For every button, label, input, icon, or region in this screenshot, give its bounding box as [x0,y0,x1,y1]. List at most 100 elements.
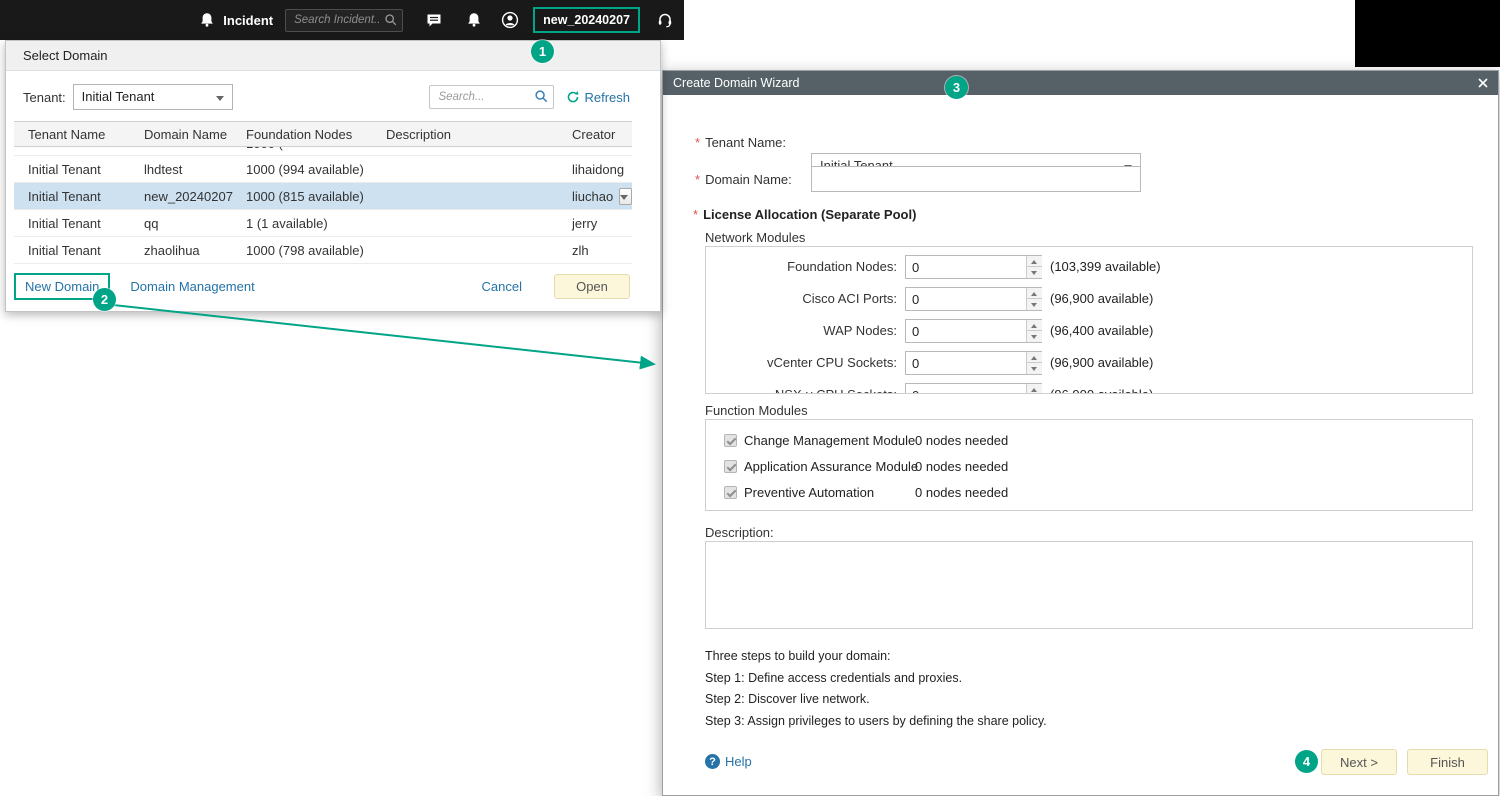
network-module-row: Cisco ACI Ports: (96,900 available) [706,287,1472,311]
network-module-row: Foundation Nodes: (103,399 available) [706,255,1472,279]
select-domain-dialog: Select Domain Tenant: Initial Tenant Ref… [5,40,661,312]
help-link[interactable]: ? Help [705,754,752,769]
available-count: (96,900 available) [1050,355,1154,370]
annotation-badge-1: 1 [531,40,554,63]
incident-bell-icon [198,11,216,29]
redacted-area [1355,0,1500,67]
required-asterisk: * [695,135,701,150]
domain-name-input[interactable] [811,166,1141,192]
annotation-badge-3: 3 [945,76,968,99]
network-module-row: vCenter CPU Sockets: (96,900 available) [706,351,1472,375]
network-modules-label: Network Modules [705,230,806,245]
domain-search [429,85,555,109]
tenant-select-value: Initial Tenant [81,89,155,104]
function-module-row: Preventive Automation 0 nodes needed [706,480,1472,506]
foundation-nodes-input[interactable] [906,256,1026,278]
tenant-name-label: * Tenant Name: [695,135,786,150]
dialog-title: Select Domain [6,41,660,71]
stepper-up-icon[interactable] [1027,288,1042,299]
step-3: Step 3: Assign privileges to users by de… [705,714,1047,728]
description-label: Description: [705,525,774,540]
column-header: Description [386,126,452,142]
refresh-label: Refresh [584,89,630,105]
annotation-badge-4: 4 [1295,750,1318,773]
step-2: Step 2: Discover live network. [705,692,870,706]
chevron-down-icon [620,194,628,200]
close-icon[interactable] [1476,76,1490,90]
row-dropdown-button[interactable] [619,187,632,205]
new-domain-button[interactable]: New Domain [25,279,99,294]
open-button[interactable]: Open [554,274,630,299]
stepper-up-icon[interactable] [1027,320,1042,331]
column-header: Creator [572,126,616,142]
cisco-aci-ports-input[interactable] [906,288,1026,310]
stepper-down-icon[interactable] [1027,299,1042,310]
table-row[interactable]: Initial Tenant zhaolihua 1000 (798 avail… [14,237,632,264]
vcenter-cpu-sockets-input[interactable] [906,352,1026,374]
table-row[interactable]: Initial Tenant lhdtest 1000 (994 availab… [14,156,632,183]
column-header: Foundation Nodes [246,126,353,142]
wap-nodes-stepper [905,319,1042,343]
wizard-titlebar: Create Domain Wizard [663,71,1498,95]
license-allocation-label: * License Allocation (Separate Pool) [693,207,917,222]
refresh-icon [568,91,579,103]
annotation-badge-2: 2 [93,288,116,311]
help-icon: ? [705,754,720,769]
domain-management-link[interactable]: Domain Management [130,279,254,294]
search-icon [384,13,398,27]
chat-icon[interactable] [425,11,443,29]
notification-bell-icon[interactable] [465,11,483,29]
required-asterisk: * [695,172,701,187]
application-assurance-checkbox[interactable] [724,460,737,473]
wizard-title: Create Domain Wizard [673,76,800,90]
nodes-needed: 0 nodes needed [915,459,1009,474]
column-header: Domain Name [144,126,228,142]
wap-nodes-input[interactable] [906,320,1026,342]
domain-table: Tenant Name Domain Name Foundation Nodes… [14,121,632,264]
steps-intro: Three steps to build your domain: [705,649,891,663]
domain-name-label: * Domain Name: [695,172,792,187]
stepper-down-icon[interactable] [1027,267,1042,278]
account-icon[interactable] [501,11,519,29]
description-textarea[interactable] [705,541,1473,629]
finish-button[interactable]: Finish [1407,749,1488,775]
stepper-up-icon[interactable] [1027,256,1042,267]
table-row[interactable]: Initial Tenant qq 1 (1 available) jerry [14,210,632,237]
preventive-automation-checkbox[interactable] [724,486,737,499]
chevron-down-icon [215,96,224,101]
nodes-needed: 0 nodes needed [915,433,1009,448]
table-row-selected[interactable]: Initial Tenant new_20240207 1000 (815 av… [14,183,632,210]
cisco-aci-ports-stepper [905,287,1042,311]
refresh-button[interactable]: Refresh [566,90,630,105]
current-domain-button[interactable]: new_20240207 [533,7,640,33]
create-domain-wizard: Create Domain Wizard *Tenant Name: Initi… [662,70,1499,796]
stepper-down-icon[interactable] [1027,363,1042,374]
incident-label: Incident [223,12,274,28]
change-management-checkbox[interactable] [724,434,737,447]
required-asterisk: * [693,207,699,222]
available-count: (96,900 available) [1050,291,1154,306]
incident-search [285,8,404,32]
available-count: (96,400 available) [1050,323,1154,338]
stepper-up-icon[interactable] [1027,384,1042,393]
tenant-label: Tenant: [23,89,66,105]
foundation-nodes-stepper [905,255,1042,279]
next-button[interactable]: Next > [1321,749,1397,775]
function-modules-label: Function Modules [705,403,808,418]
step-1: Step 1: Define access credentials and pr… [705,671,963,685]
nsx-v-cpu-sockets-stepper [905,383,1042,393]
column-header: Tenant Name [28,126,106,142]
cancel-button[interactable]: Cancel [482,279,522,294]
vcenter-cpu-sockets-stepper [905,351,1042,375]
function-module-row: Application Assurance Module 0 nodes nee… [706,454,1472,480]
stepper-up-icon[interactable] [1027,352,1042,363]
search-icon[interactable] [534,89,549,104]
support-headset-icon[interactable] [656,11,674,29]
network-module-row: NSX-v CPU Sockets: (96,900 available) [706,383,1472,393]
tenant-select[interactable]: Initial Tenant [72,84,233,110]
stepper-down-icon[interactable] [1027,331,1042,342]
clipped-table-row: 1000 ( [14,147,632,156]
select-domain-controls: Tenant: Initial Tenant Refresh [6,71,660,121]
nsx-v-cpu-sockets-input[interactable] [906,384,1026,393]
network-modules-box: Foundation Nodes: (103,399 available) Ci… [705,246,1473,394]
